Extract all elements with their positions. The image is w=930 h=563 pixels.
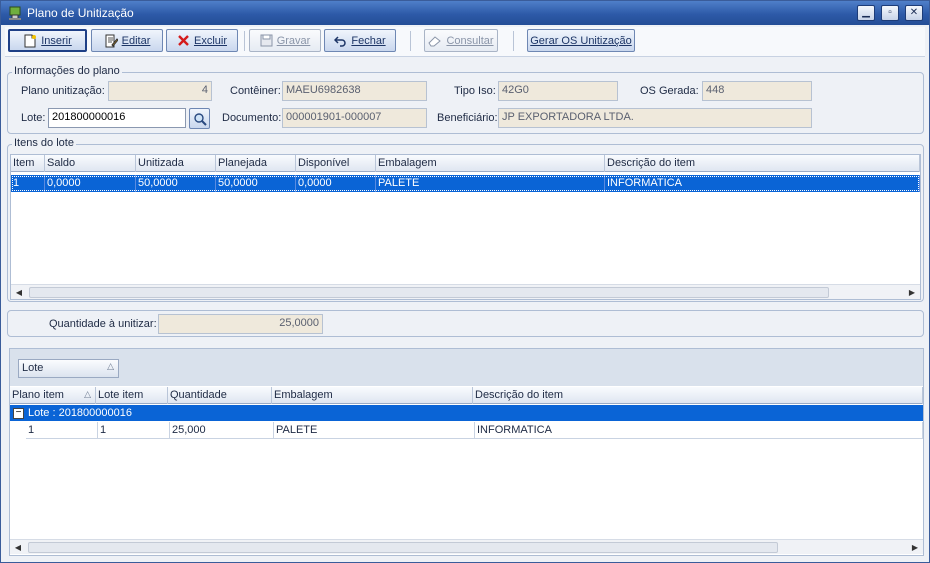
maximize-button[interactable]: ▫ — [881, 5, 899, 21]
scroll-left-icon[interactable]: ◀ — [11, 285, 27, 300]
itens-lote-header: Item Saldo Unitizada Planejada Disponíve… — [11, 155, 920, 172]
conteiner-label: Contêiner: — [230, 85, 281, 97]
gerar-os-button[interactable]: Gerar OS Unitização — [527, 29, 635, 52]
beneficiario-field: JP EXPORTADORA LTDA. — [498, 108, 812, 128]
toolbar-separator — [513, 31, 514, 51]
toolbar-separator — [410, 31, 411, 51]
col-planejada[interactable]: Planejada — [216, 155, 296, 172]
horizontal-scrollbar[interactable]: ◀ ▶ — [10, 539, 923, 554]
cell-saldo: 0,0000 — [45, 175, 136, 192]
conteiner-field: MAEU6982638 — [282, 81, 427, 101]
plan-info-legend: Informações do plano — [12, 65, 122, 77]
itens-lote-grid[interactable]: Item Saldo Unitizada Planejada Disponíve… — [10, 154, 921, 300]
quantidade-group: Quantidade à unitizar: 25,0000 — [7, 310, 924, 337]
close-button[interactable]: ✕ — [905, 5, 923, 21]
editar-button[interactable]: Editar — [91, 29, 163, 52]
col-descricao[interactable]: Descrição do item — [473, 387, 923, 404]
scroll-right-icon[interactable]: ▶ — [907, 540, 923, 555]
main-window: Plano de Unitização ▁ ▫ ✕ Inserir Editar… — [0, 0, 930, 563]
lote-search-button[interactable] — [189, 108, 210, 129]
table-row[interactable]: 1 1 25,000 PALETE INFORMATICA — [26, 422, 923, 439]
cell-descricao: INFORMATICA — [475, 422, 923, 439]
consultar-button[interactable]: Consultar — [424, 29, 498, 52]
beneficiario-label: Beneficiário: — [437, 112, 498, 124]
window-title: Plano de Unitização — [27, 6, 134, 20]
new-document-icon — [24, 34, 37, 47]
col-disponivel[interactable]: Disponível — [296, 155, 376, 172]
toolbar-separator — [244, 31, 245, 51]
col-quantidade[interactable]: Quantidade — [168, 387, 272, 404]
maximize-icon: ▫ — [888, 7, 892, 18]
cell-planejada: 50,0000 — [216, 175, 296, 192]
plano-field: 4 — [108, 81, 212, 101]
documento-label: Documento: — [222, 112, 282, 124]
col-embalagem[interactable]: Embalagem — [272, 387, 473, 404]
inserir-button[interactable]: Inserir — [8, 29, 87, 52]
app-icon — [9, 6, 21, 20]
cell-lote-item: 1 — [98, 422, 170, 439]
cell-embalagem: PALETE — [274, 422, 475, 439]
title-bar: Plano de Unitização ▁ ▫ ✕ — [1, 1, 929, 25]
collapse-icon[interactable]: − — [13, 408, 24, 419]
minimize-button[interactable]: ▁ — [857, 5, 875, 21]
documento-field: 000001901-000007 — [282, 108, 427, 128]
scroll-left-icon[interactable]: ◀ — [10, 540, 26, 555]
cell-embalagem: PALETE — [376, 175, 605, 192]
sort-ascending-icon: △ — [107, 361, 114, 371]
minimize-icon: ▁ — [862, 7, 870, 18]
plano-itens-header: Plano item △ Lote item Quantidade Embalag… — [10, 387, 923, 404]
cell-item: 1 — [11, 175, 45, 192]
delete-x-icon — [178, 35, 189, 46]
sort-ascending-icon: △ — [84, 389, 91, 399]
col-descricao[interactable]: Descrição do item — [605, 155, 920, 172]
tipo-iso-field: 42G0 — [498, 81, 618, 101]
group-row-lote[interactable]: − Lote : 201800000016 — [10, 405, 923, 421]
horizontal-scrollbar[interactable]: ◀ ▶ — [11, 284, 920, 299]
cell-descricao: INFORMATICA — [605, 175, 920, 192]
col-embalagem[interactable]: Embalagem — [376, 155, 605, 172]
toolbar: Inserir Editar Excluir Gravar Fechar Con… — [5, 27, 925, 57]
scroll-thumb[interactable] — [29, 287, 829, 298]
eraser-icon — [428, 36, 442, 47]
lote-label: Lote: — [21, 112, 46, 124]
undo-arrow-icon — [334, 36, 347, 47]
col-plano-item[interactable]: Plano item △ — [10, 387, 96, 404]
gravar-button[interactable]: Gravar — [249, 29, 321, 52]
edit-document-icon — [105, 34, 118, 47]
group-row-label: Lote : 201800000016 — [28, 407, 132, 419]
group-by-panel: Lote △ — [10, 349, 923, 386]
quantidade-field: 25,0000 — [158, 314, 323, 334]
plano-itens-grid[interactable]: Lote △ Plano item △ Lote item Quantidade … — [9, 348, 924, 556]
cell-quantidade: 25,000 — [170, 422, 274, 439]
itens-lote-group: Itens do lote Item Saldo Unitizada Plane… — [7, 137, 924, 302]
group-by-lote-button[interactable]: Lote △ — [18, 359, 119, 378]
fechar-button[interactable]: Fechar — [324, 29, 396, 52]
plano-label: Plano unitização: — [21, 85, 105, 97]
plan-info-group: Informações do plano Plano unitização: 4… — [7, 65, 924, 134]
tipo-iso-label: Tipo Iso: — [454, 85, 496, 97]
col-item[interactable]: Item — [11, 155, 45, 172]
os-gerada-label: OS Gerada: — [640, 85, 699, 97]
cell-disponivel: 0,0000 — [296, 175, 376, 192]
scroll-right-icon[interactable]: ▶ — [904, 285, 920, 300]
scroll-thumb[interactable] — [28, 542, 778, 553]
col-unitizada[interactable]: Unitizada — [136, 155, 216, 172]
quantidade-label: Quantidade à unitizar: — [49, 318, 157, 330]
os-gerada-field: 448 — [702, 81, 812, 101]
lote-input[interactable]: 201800000016 — [48, 108, 186, 128]
table-row[interactable]: 1 0,0000 50,0000 50,0000 0,0000 PALETE I… — [11, 175, 920, 192]
itens-lote-legend: Itens do lote — [12, 137, 76, 149]
col-saldo[interactable]: Saldo — [45, 155, 136, 172]
col-lote-item[interactable]: Lote item — [96, 387, 168, 404]
excluir-button[interactable]: Excluir — [166, 29, 238, 52]
close-icon: ✕ — [909, 7, 919, 18]
cell-plano-item: 1 — [26, 422, 98, 439]
save-disk-icon — [260, 34, 273, 47]
magnifier-icon — [193, 112, 207, 126]
cell-unitizada: 50,0000 — [136, 175, 216, 192]
